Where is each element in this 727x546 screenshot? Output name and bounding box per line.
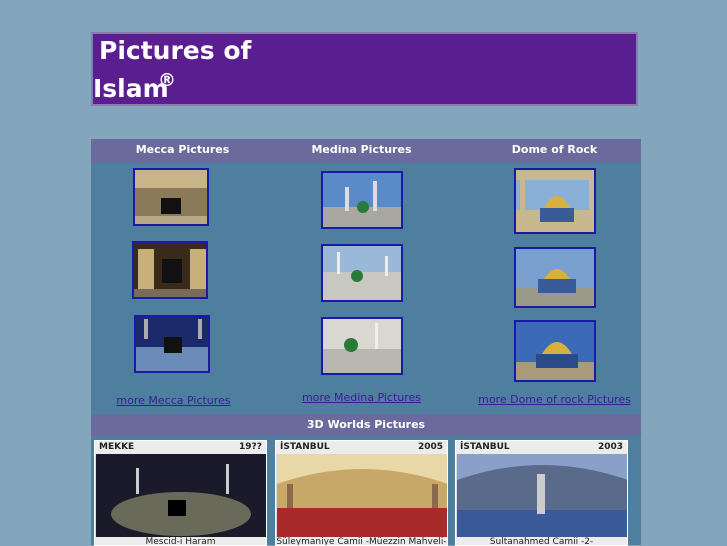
card-bar: İSTANBUL 2005 — [276, 441, 447, 454]
mecca-thumb-3[interactable] — [134, 315, 210, 373]
column-headings: Mecca Pictures Medina Pictures Dome of R… — [91, 139, 641, 163]
heading-dome: Dome of Rock — [511, 143, 598, 156]
card-bar: İSTANBUL 2003 — [456, 441, 627, 454]
title-line-1: Pictures of — [99, 36, 252, 65]
card-bar: MEKKE 19?? — [95, 441, 266, 454]
card-year: 19?? — [239, 442, 262, 452]
medina-thumb-1[interactable] — [321, 171, 403, 229]
gallery-panel: Mecca Pictures Medina Pictures Dome of R… — [91, 139, 641, 546]
medina-thumb-3[interactable] — [321, 317, 403, 375]
card-year: 2003 — [597, 442, 623, 452]
mecca-thumb-2[interactable] — [132, 241, 208, 299]
world-card-mekke[interactable]: MEKKE 19?? Mescid-i Haram — [94, 440, 267, 546]
dome-thumb-1[interactable] — [514, 168, 596, 234]
more-medina-link[interactable]: more Medina Pictures — [270, 391, 453, 404]
worlds-heading: 3D Worlds Pictures — [91, 414, 641, 436]
card-place: İSTANBUL — [280, 442, 330, 452]
dome-thumb-3[interactable] — [514, 320, 596, 382]
card-image — [96, 454, 266, 540]
heading-mecca: Mecca Pictures — [135, 143, 230, 156]
medina-thumb-2[interactable] — [321, 244, 403, 302]
dome-thumb-2[interactable] — [514, 247, 596, 308]
mecca-thumb-1[interactable] — [133, 168, 209, 226]
card-image — [277, 454, 447, 540]
registered-mark: ® — [158, 70, 176, 91]
more-mecca-link[interactable]: more Mecca Pictures — [82, 394, 265, 407]
world-card-sultanahmed[interactable]: İSTANBUL 2003 Sultanahmed Camii -2- — [455, 440, 628, 546]
world-card-suleymaniye[interactable]: İSTANBUL 2005 Süleymaniye Camii -Müezzin… — [275, 440, 448, 546]
more-dome-link[interactable]: more Dome of rock Pictures — [463, 393, 646, 406]
site-header: Pictures of Islam ® — [91, 32, 638, 106]
card-year: 2005 — [417, 442, 443, 452]
card-place: İSTANBUL — [460, 442, 510, 452]
heading-medina: Medina Pictures — [311, 143, 412, 156]
card-image — [457, 454, 627, 540]
card-place: MEKKE — [99, 442, 135, 452]
